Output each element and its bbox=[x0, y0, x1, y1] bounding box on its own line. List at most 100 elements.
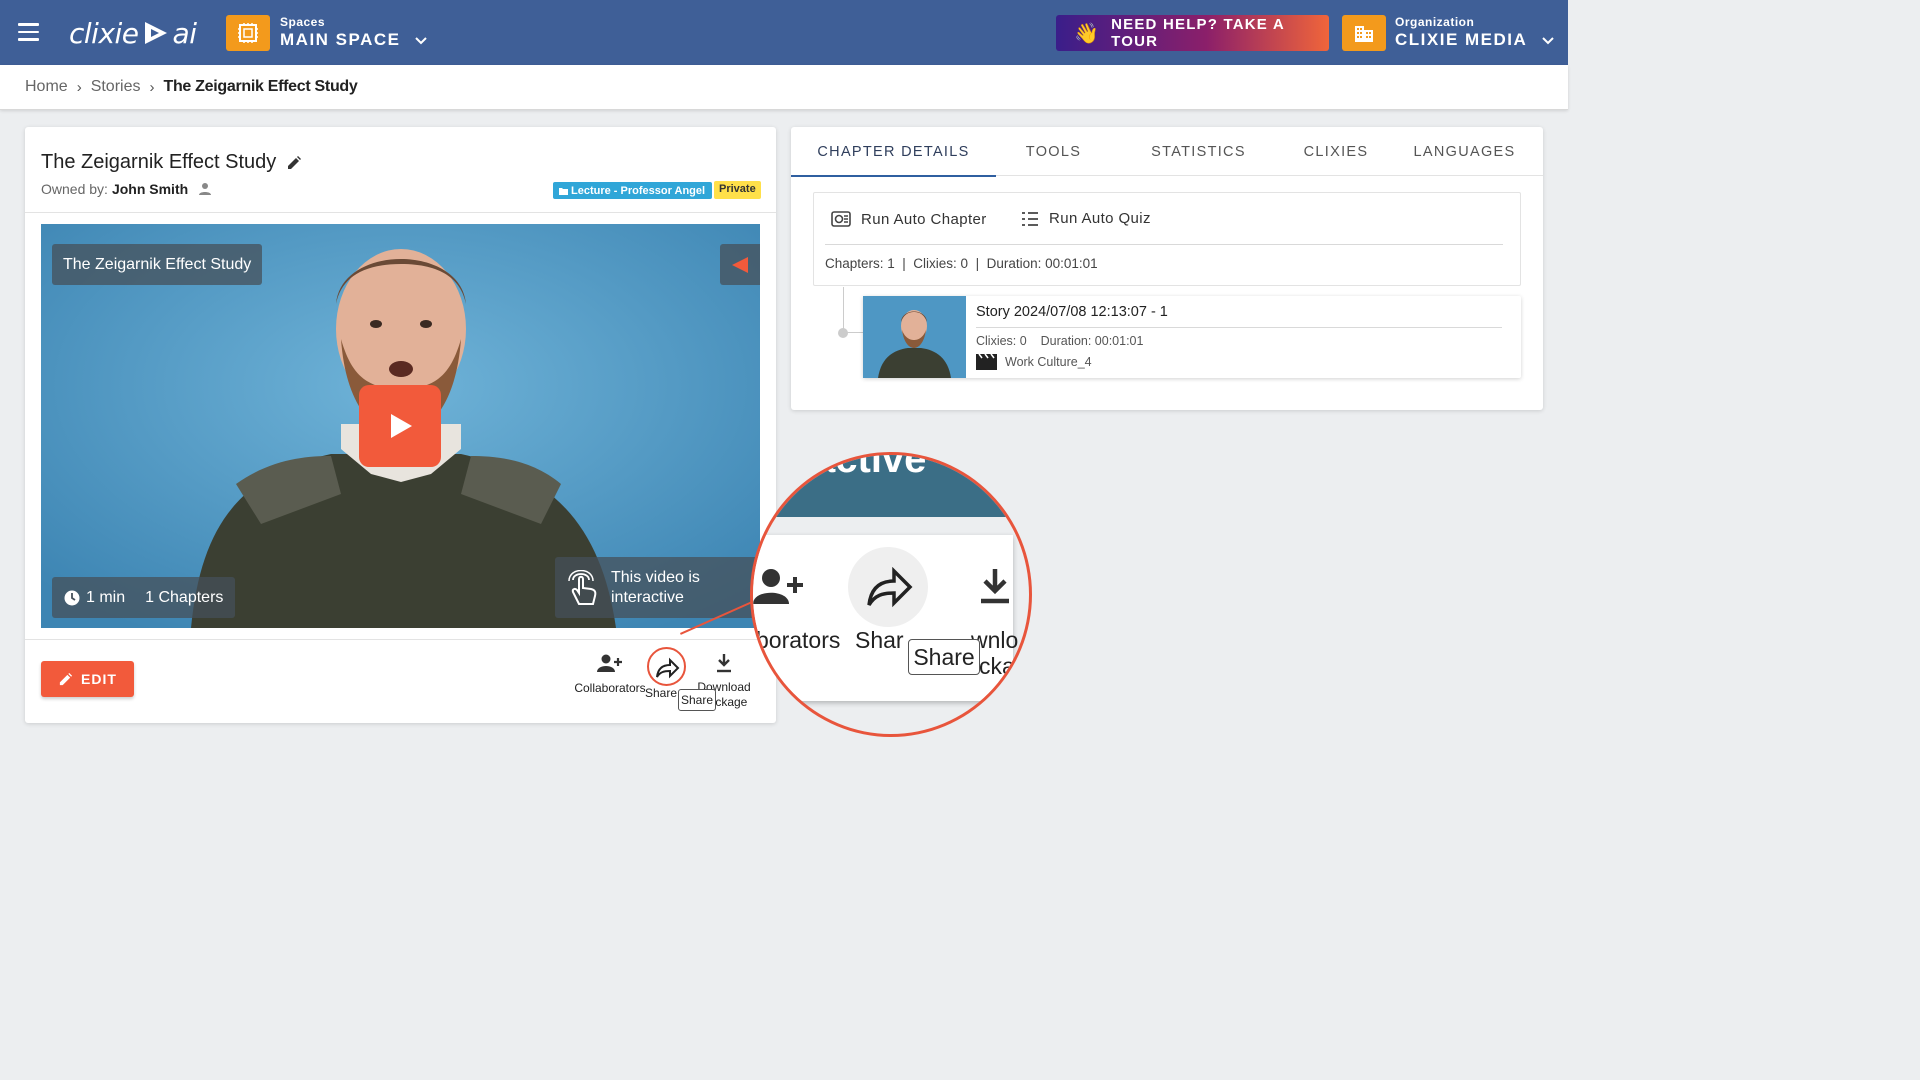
logo-text-left: clixie bbox=[69, 16, 139, 50]
divider bbox=[25, 639, 776, 640]
zoom-collaborators-text: borators bbox=[756, 627, 841, 653]
tab-statistics[interactable]: STATISTICS bbox=[1111, 127, 1286, 176]
tab-clixies[interactable]: CLIXIES bbox=[1286, 127, 1386, 176]
story-title: The Zeigarnik Effect Study bbox=[41, 151, 277, 173]
chapter-title: Story 2024/07/08 12:13:07 - 1 bbox=[976, 304, 1168, 320]
owner-name: John Smith bbox=[111, 181, 189, 197]
spaces-caption: Spaces bbox=[280, 15, 326, 29]
divider bbox=[25, 212, 776, 213]
details-panel: CHAPTER DETAILS TOOLS STATISTICS CLIXIES… bbox=[791, 127, 1543, 410]
private-badge: Private bbox=[714, 181, 761, 199]
zoom-share-text: Shar bbox=[855, 627, 904, 653]
breadcrumb-bar: Home › Stories › The Zeigarnik Effect St… bbox=[0, 65, 1568, 110]
share-arrow-icon bbox=[656, 657, 680, 679]
zoom-add-user-icon bbox=[753, 569, 803, 604]
interactive-text-line1: This video is bbox=[611, 568, 700, 586]
clapperboard-icon bbox=[976, 353, 997, 370]
video-chapter-flag[interactable] bbox=[720, 244, 760, 285]
lecture-tag-label: Lecture - Professor Angel bbox=[571, 185, 706, 197]
divider bbox=[976, 327, 1502, 328]
zoom-bar-text: active bbox=[813, 452, 927, 481]
add-user-icon bbox=[597, 654, 622, 672]
folder-icon bbox=[559, 188, 568, 195]
logo-play-mark bbox=[144, 22, 167, 44]
zoom-package-text: cka bbox=[979, 653, 1015, 679]
chapter-thumbnail bbox=[863, 296, 966, 378]
video-meta-overlay: 1 min 1 Chapters bbox=[52, 577, 236, 618]
organization-selector[interactable]: Organization CLIXIE MEDIA bbox=[1395, 15, 1554, 50]
chevron-right-icon: › bbox=[76, 78, 82, 96]
chevron-down-icon bbox=[1542, 37, 1554, 45]
video-chapters-count: 1 Chapters bbox=[145, 588, 224, 606]
edit-button[interactable]: EDIT bbox=[41, 661, 134, 697]
divider bbox=[825, 244, 1503, 245]
spaces-icon[interactable] bbox=[226, 15, 270, 51]
owned-by-label: Owned by: bbox=[41, 181, 108, 197]
tour-label: NEED HELP? TAKE A TOUR bbox=[1111, 16, 1285, 50]
lecture-tag[interactable]: Lecture - Professor Angel bbox=[553, 182, 713, 199]
collaborators-label: Collaborators bbox=[574, 681, 646, 695]
story-card: The Zeigarnik Effect Study Owned by: Joh… bbox=[25, 127, 776, 723]
person-icon bbox=[199, 183, 212, 195]
chapter-media-name: Work Culture_4 bbox=[1005, 354, 1092, 369]
zoom-video-strip: active bbox=[753, 452, 1029, 517]
thumbnail-presenter bbox=[863, 296, 966, 378]
spaces-selector[interactable]: Spaces MAIN SPACE bbox=[280, 15, 427, 50]
top-navigation-bar: clixie ai Spaces MAIN SPACE 👋 NEED HELP?… bbox=[0, 0, 1568, 65]
story-title-row: The Zeigarnik Effect Study bbox=[41, 151, 302, 174]
play-icon bbox=[391, 414, 412, 438]
pencil-icon bbox=[59, 672, 73, 685]
chapter-tools-box: Run Auto Chapter Run Auto Quiz Chapters:… bbox=[813, 192, 1521, 286]
play-button[interactable] bbox=[359, 385, 441, 467]
video-player[interactable]: The Zeigarnik Effect Study 1 min 1 Chapt… bbox=[41, 224, 760, 628]
chevron-right-icon: › bbox=[149, 78, 155, 96]
collaborators-button[interactable]: Collaborators bbox=[570, 653, 650, 695]
breadcrumb-current: The Zeigarnik Effect Study bbox=[163, 78, 358, 95]
organization-caption: Organization bbox=[1395, 15, 1475, 29]
edit-label: EDIT bbox=[81, 671, 117, 687]
video-duration: 1 min bbox=[86, 588, 126, 606]
clixie-logo[interactable]: clixie ai bbox=[69, 14, 197, 52]
run-auto-chapter-label: Run Auto Chapter bbox=[861, 210, 987, 228]
breadcrumb-home[interactable]: Home bbox=[25, 78, 68, 96]
tab-tools[interactable]: TOOLS bbox=[996, 127, 1111, 176]
zoom-share-tooltip: Share bbox=[908, 639, 980, 675]
zoom-callout: active borators Shar wnlo cka Share bbox=[750, 452, 1032, 737]
chapter-list-item[interactable]: Story 2024/07/08 12:13:07 - 1 Clixies: 0… bbox=[863, 296, 1521, 378]
run-auto-quiz-label: Run Auto Quiz bbox=[1049, 210, 1151, 227]
details-tabs: CHAPTER DETAILS TOOLS STATISTICS CLIXIES… bbox=[791, 127, 1543, 177]
organization-value: CLIXIE MEDIA bbox=[1395, 30, 1528, 49]
tree-connector bbox=[843, 287, 844, 333]
tab-chapter-details[interactable]: CHAPTER DETAILS bbox=[791, 127, 996, 177]
spaces-value: MAIN SPACE bbox=[280, 30, 401, 49]
list-check-icon bbox=[1022, 211, 1038, 226]
chapter-media-row: Work Culture_4 bbox=[976, 353, 1092, 370]
zoom-share-arrow-icon bbox=[867, 567, 913, 608]
interactive-text-line2: interactive bbox=[611, 588, 684, 606]
tree-node-dot bbox=[838, 328, 848, 338]
chapter-stats: Clixies: 0 Duration: 00:01:01 bbox=[976, 334, 1144, 348]
auto-chapter-icon bbox=[831, 211, 851, 227]
share-tooltip: Share bbox=[678, 689, 716, 711]
video-title-overlay: The Zeigarnik Effect Study bbox=[52, 244, 263, 285]
take-tour-button[interactable]: 👋 NEED HELP? TAKE A TOUR bbox=[1056, 15, 1329, 51]
tab-languages[interactable]: LANGUAGES bbox=[1386, 127, 1543, 176]
flag-icon bbox=[732, 256, 748, 273]
interactive-badge: This video is interactive bbox=[555, 557, 760, 618]
download-icon bbox=[717, 654, 731, 673]
owner-row: Owned by: John Smith bbox=[41, 181, 212, 197]
chevron-down-icon bbox=[415, 37, 427, 45]
run-auto-quiz-button[interactable]: Run Auto Quiz bbox=[1021, 210, 1151, 227]
logo-text-right: ai bbox=[172, 16, 197, 50]
menu-icon[interactable] bbox=[18, 23, 39, 41]
run-auto-chapter-button[interactable]: Run Auto Chapter bbox=[831, 210, 987, 228]
tap-gesture-icon bbox=[568, 569, 597, 605]
clock-icon bbox=[64, 590, 80, 605]
organization-icon[interactable] bbox=[1342, 15, 1386, 51]
zoom-download-icon bbox=[981, 569, 1009, 604]
edit-title-pencil-icon[interactable] bbox=[286, 155, 302, 171]
breadcrumb: Home › Stories › The Zeigarnik Effect St… bbox=[25, 78, 358, 96]
breadcrumb-stories[interactable]: Stories bbox=[91, 78, 141, 96]
chapter-summary: Chapters: 1 | Clixies: 0 | Duration: 00:… bbox=[825, 256, 1098, 271]
waving-hand-icon: 👋 bbox=[1074, 22, 1099, 45]
